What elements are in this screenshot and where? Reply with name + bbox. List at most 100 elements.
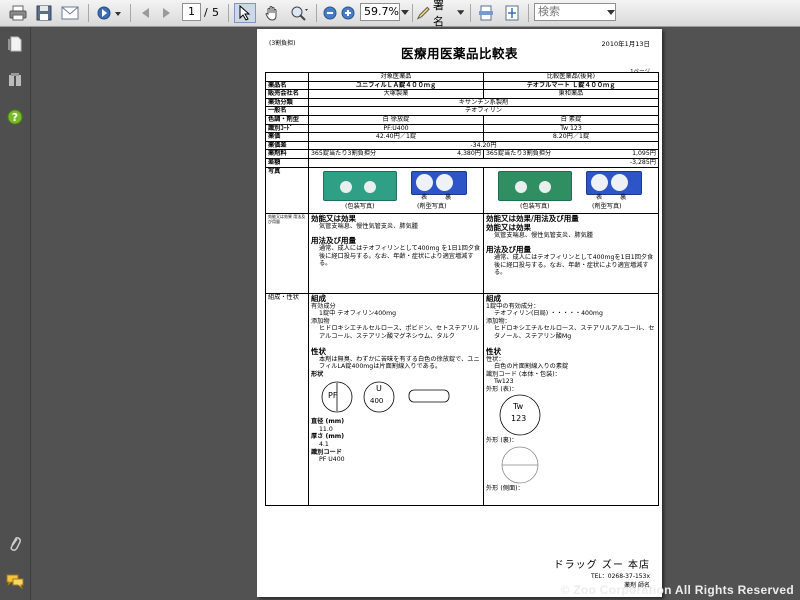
store-name: ドラッグ ズー 本店 [553, 560, 650, 571]
stamp-text: PF [328, 391, 338, 401]
table-row: 薬効分類 キサンチン系製剤 [265, 97, 659, 108]
property-text: 白色の片面割線入りの素錠 [494, 363, 569, 371]
pen-icon [416, 6, 430, 20]
drug-name-target: ユニフィルＬＡ錠４００ｍｇ [308, 80, 484, 91]
row-label: 識別ｺｰﾄﾞ [265, 123, 309, 134]
price-compare: 8.20円／1錠 [483, 132, 659, 142]
color-compare: 白 素錠 [483, 114, 659, 125]
cost-amount: 1,095円 [632, 150, 656, 158]
help-icon[interactable]: ? [6, 108, 24, 126]
paperclip-icon[interactable] [6, 535, 24, 553]
row-label: 効能又は効果 用法及び用量 [265, 212, 309, 294]
section-heading: 効能又は効果 [486, 222, 531, 232]
tablet-photo [586, 170, 642, 195]
photo-target: 表 裏 (包装写真) (剤型写真) [308, 166, 484, 214]
composition-text: 有効成分 [311, 302, 336, 310]
sign-button[interactable]: 署名 [416, 0, 464, 28]
zoom-in-icon[interactable] [338, 3, 358, 23]
shape-label: 形状 [311, 370, 324, 378]
code-compare: Tw 123 [483, 123, 659, 134]
photo-compare: 表 裏 (包装写真) (剤型写真) [483, 166, 659, 214]
row-label: 薬剤料 [265, 149, 309, 159]
stamp-text: 400 [370, 397, 384, 406]
price-difference: -34.20円 [308, 140, 659, 151]
table-row: 薬品名 ユニフィルＬＡ錠４００ｍｇ テオフルマート Ｌ錠４００ｍｇ [265, 80, 659, 91]
print-icon[interactable] [8, 3, 28, 23]
table-row: 差額 -3,285円 [265, 157, 659, 168]
header-compare: 比較医薬品(後発) [483, 72, 659, 82]
composition-target: 組成 有効成分 1錠中 テオフィリン400mg 添加物 ヒドロキシエチルセルロー… [308, 292, 484, 506]
hand-tool-icon[interactable] [262, 3, 282, 23]
table-header-row: 対象医薬品 比較医薬品(後発) [265, 72, 659, 82]
drug-name-compare: テオフルマート Ｌ錠４００ｍｇ [483, 80, 659, 91]
toolbar: 1 / 5 59.7% 署名 検索 [0, 0, 800, 28]
code-target: PF:U400 [308, 123, 484, 134]
pages-panel-icon[interactable] [6, 35, 24, 53]
composition-text: 添加物： [486, 317, 511, 325]
composition-text: ヒドロキシエチルセルロース、ステアリルアルコール、セタノール、ステアリン酸Mg [494, 325, 655, 340]
tablet-front-shape: Tw 123 [486, 393, 656, 437]
zoom-level-input[interactable]: 59.7% [360, 3, 400, 21]
price-target: 42.40円／1錠 [308, 132, 484, 142]
package-caption: (包装写真) [345, 202, 375, 210]
zoom-out-icon[interactable] [320, 3, 340, 23]
photo-row: 写真 表 裏 (包装写真) (剤型写真) 表 裏 (包装写真) (剤型写真) [265, 166, 659, 214]
comments-icon[interactable] [6, 572, 24, 590]
next-page-icon[interactable] [156, 3, 176, 23]
email-icon[interactable] [60, 3, 80, 23]
indication-text: 気管支喘息、慢性気管支炎、肺気腫 [319, 222, 418, 230]
property-text: Tw123 [494, 378, 514, 386]
search-input[interactable]: 検索 [534, 3, 616, 21]
shape-label: 外形 (裏)： [486, 437, 518, 445]
zoom-dropdown-icon[interactable] [401, 3, 411, 23]
tools-dropdown[interactable] [94, 3, 124, 23]
row-label: 販売会社名 [265, 89, 309, 99]
previous-page-icon[interactable] [136, 3, 156, 23]
indication-target: 効能又は効果 気管支喘息、慢性気管支炎、肺気腫 用法及び用量 通常、成人にはテオ… [308, 212, 484, 294]
tablet-shapes: PF U 400 [311, 378, 481, 418]
property-text: 本剤は無臭、わずかに苦味を有する白色の徐放錠で、ユニフィルLA錠400mgは片面… [319, 355, 480, 371]
fit-page-icon[interactable] [502, 3, 522, 23]
composition-compare: 組成 1錠中の有効成分： テオフィリン(日局) ・・・・・400mg 添加物： … [483, 292, 659, 506]
row-label: 差額 [265, 157, 309, 168]
spec-label: 厚さ (mm) [311, 433, 345, 441]
dosage-text: 通常、成人にはテオフィリンとして400mgを1日1回夕食後に経口投与する。なお、… [494, 254, 654, 277]
comparison-table: 対象医薬品 比較医薬品(後発) 薬品名 ユニフィルＬＡ錠４００ｍｇ テオフルマー… [265, 72, 659, 506]
attachments-panel-icon[interactable] [6, 71, 24, 89]
search-dropdown-icon[interactable] [607, 3, 617, 23]
page-total: 5 [212, 6, 219, 19]
section-heading: 組成 [486, 293, 501, 303]
tablet-photo [411, 170, 467, 195]
package-photo [323, 170, 397, 201]
select-tool-icon[interactable] [234, 3, 256, 23]
row-label: 薬価 [265, 132, 309, 142]
sign-dropdown-icon [456, 10, 464, 15]
package-caption: (包装写真) [520, 202, 550, 210]
composition-row: 組成・性状 組成 有効成分 1錠中 テオフィリン400mg 添加物 ヒドロキシエ… [265, 292, 659, 506]
zoom-tool-icon[interactable] [288, 3, 310, 23]
stamp-text: Tw [513, 402, 524, 412]
composition-text: ヒドロキシエチルセルロース、ポビドン、セトステアリルアルコール、ステアリン酸マグ… [319, 325, 480, 340]
document-date: 2010年1月13日 [601, 40, 650, 48]
save-icon[interactable] [34, 3, 54, 23]
row-label: 組成・性状 [265, 292, 309, 506]
shape-label: 外形 (側面)： [486, 485, 524, 493]
section-heading: 効能又は効果 [311, 213, 356, 223]
spec-label: 識別コード [311, 448, 342, 456]
row-label: 薬効分類 [265, 97, 309, 108]
indication-compare: 効能又は効果/用法及び用量 効能又は効果 気管支喘息、慢性気管支炎、肺気腫 用法… [483, 212, 659, 294]
indication-row: 効能又は効果 用法及び用量 効能又は効果 気管支喘息、慢性気管支炎、肺気腫 用法… [265, 212, 659, 294]
section-heading: 性状 [311, 346, 326, 356]
section-heading: 性状 [486, 346, 501, 356]
back-label: 裏 [620, 193, 627, 201]
page-number-input[interactable]: 1 [182, 3, 201, 21]
effect-class: キサンチン系製剤 [308, 97, 659, 108]
row-label: 色調・剤型 [265, 114, 309, 125]
stamp-text: U [376, 384, 382, 394]
document-page: (3割負担) 医療用医薬品比較表 2010年1月13日 1ページ 対象医薬品 比… [257, 29, 662, 597]
total-difference: -3,285円 [308, 157, 659, 168]
spec-label: 直径 (mm) [311, 418, 345, 426]
table-row: 識別ｺｰﾄﾞ PF:U400 Tw 123 [265, 123, 659, 134]
shape-label: 外形 (表)： [486, 385, 518, 393]
fit-width-icon[interactable] [476, 3, 496, 23]
